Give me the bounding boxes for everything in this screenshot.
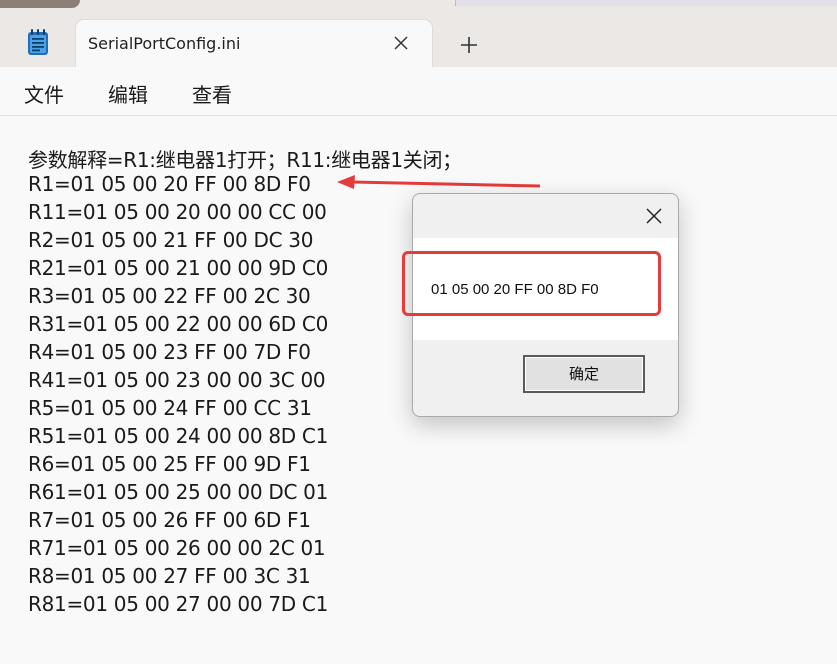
annotation-highlight-box [402, 251, 661, 316]
tab-serialportconfig[interactable]: SerialPortConfig.ini [76, 20, 432, 68]
editor-line: R8=01 05 00 27 FF 00 3C 31 [28, 564, 311, 588]
editor-line: R4=01 05 00 23 FF 00 7D F0 [28, 340, 311, 364]
title-bar: SerialPortConfig.ini [0, 0, 837, 68]
editor-line: R2=01 05 00 21 FF 00 DC 30 [28, 228, 314, 252]
notepad-icon[interactable] [26, 28, 50, 56]
editor-line: R61=01 05 00 25 00 00 DC 01 [28, 480, 329, 504]
editor-line: R11=01 05 00 20 00 00 CC 00 [28, 200, 327, 224]
wallpaper-edge [0, 0, 80, 8]
editor-line: R1=01 05 00 20 FF 00 8D F0 [28, 172, 311, 196]
editor-line: R21=01 05 00 21 00 00 9D C0 [28, 256, 329, 280]
close-icon[interactable] [392, 34, 410, 52]
menu-edit[interactable]: 编辑 [108, 79, 148, 108]
tab-title: SerialPortConfig.ini [88, 34, 241, 53]
close-icon[interactable] [644, 206, 664, 226]
editor-line: R6=01 05 00 25 FF 00 9D F1 [28, 452, 311, 476]
menu-view[interactable]: 查看 [192, 79, 232, 108]
editor-line: R41=01 05 00 23 00 00 3C 00 [28, 368, 326, 392]
plus-icon[interactable] [458, 34, 480, 56]
editor-line: R51=01 05 00 24 00 00 8D C1 [28, 424, 329, 448]
editor-line: R71=01 05 00 26 00 00 2C 01 [28, 536, 326, 560]
editor-line: R3=01 05 00 22 FF 00 2C 30 [28, 284, 311, 308]
editor-line: R81=01 05 00 27 00 00 7D C1 [28, 592, 329, 616]
editor-line: R5=01 05 00 24 FF 00 CC 31 [28, 396, 312, 420]
ok-button[interactable]: 确定 [523, 355, 645, 393]
editor-line: R7=01 05 00 26 FF 00 6D F1 [28, 508, 311, 532]
editor-line: R31=01 05 00 22 00 00 6D C0 [28, 312, 329, 336]
background-window-edge [455, 0, 837, 6]
editor-line: 参数解释=R1:继电器1打开；R11:继电器1关闭； [28, 148, 462, 172]
menu-bar: 文件 编辑 查看 [0, 67, 837, 116]
menu-file[interactable]: 文件 [24, 79, 64, 108]
